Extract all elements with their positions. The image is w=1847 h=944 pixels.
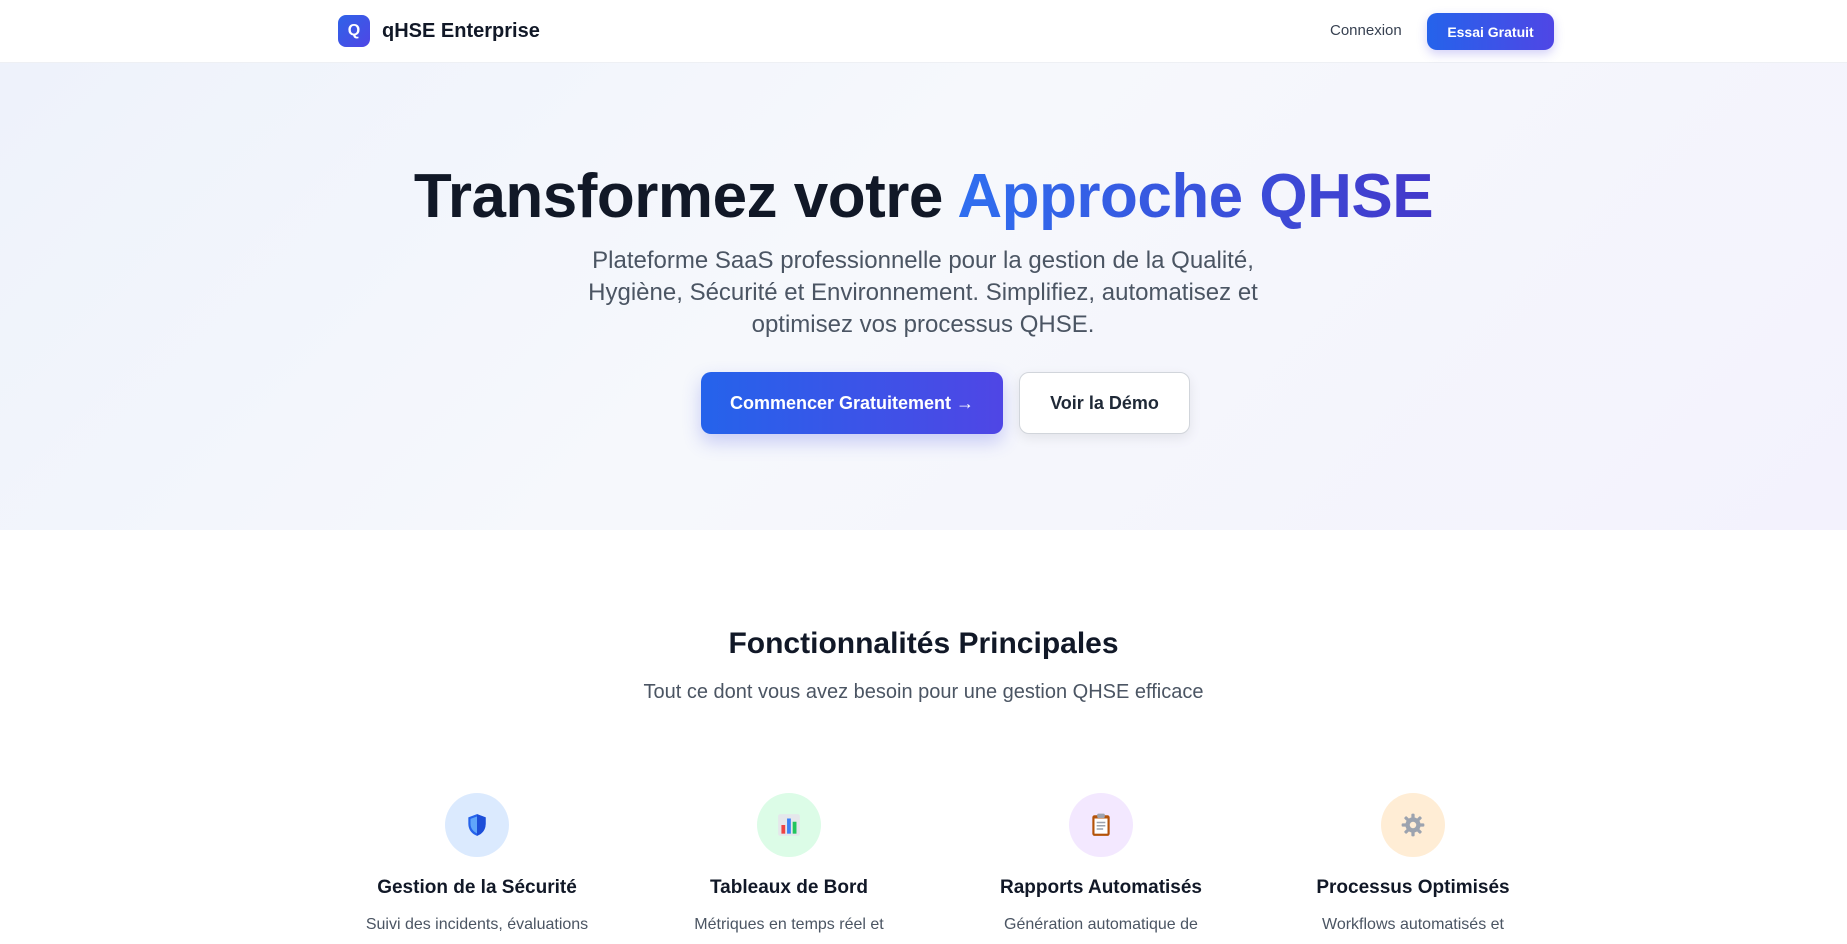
feature-title: Processus Optimisés — [1316, 877, 1510, 898]
brand[interactable]: Q qHSE Enterprise — [338, 15, 540, 47]
hero-subtitle: Plateforme SaaS professionnelle pour la … — [588, 247, 1258, 338]
feature-title: Rapports Automatisés — [1000, 877, 1202, 898]
shield-icon — [445, 793, 509, 857]
feature-title: Tableaux de Bord — [709, 877, 868, 898]
feature-desc: Métriques en temps réel et — [694, 916, 884, 933]
feature-desc: Workflows automatisés et — [1322, 916, 1504, 933]
hero-section: Transformez votre Approche QHSE Platefor… — [0, 63, 1847, 530]
features-title: Fonctionnalités Principales — [728, 627, 1119, 660]
hero-title: Transformez votre Approche QHSE — [0, 161, 1847, 232]
features-subtitle: Tout ce dont vous avez besoin pour une g… — [643, 681, 1204, 703]
logo-icon: Q — [338, 15, 370, 47]
navbar: Q qHSE Enterprise Connexion Essai Gratui… — [0, 0, 1847, 63]
feature-desc: Génération automatique de — [1004, 916, 1198, 933]
feature-card-processes: Processus Optimisés Workflows automatisé… — [1263, 793, 1563, 937]
start-free-button[interactable]: Commencer Gratuitement → — [701, 372, 1003, 434]
login-link[interactable]: Connexion — [1330, 22, 1402, 39]
feature-card-dashboards: Tableaux de Bord Métriques en temps réel… — [639, 793, 939, 937]
feature-card-security: Gestion de la Sécurité Suivi des inciden… — [327, 793, 627, 937]
clipboard-icon — [1069, 793, 1133, 857]
free-trial-button[interactable]: Essai Gratuit — [1427, 13, 1554, 50]
feature-title: Gestion de la Sécurité — [377, 877, 577, 898]
gear-icon — [1381, 793, 1445, 857]
hero-title-accent: Approche QHSE — [957, 162, 1434, 231]
brand-name: qHSE Enterprise — [382, 19, 540, 42]
view-demo-button[interactable]: Voir la Démo — [1019, 372, 1190, 434]
bar-chart-icon — [757, 793, 821, 857]
feature-card-reports: Rapports Automatisés Génération automati… — [951, 793, 1251, 937]
feature-desc: Suivi des incidents, évaluations — [365, 916, 589, 933]
hero-title-main: Transformez votre — [413, 162, 958, 231]
